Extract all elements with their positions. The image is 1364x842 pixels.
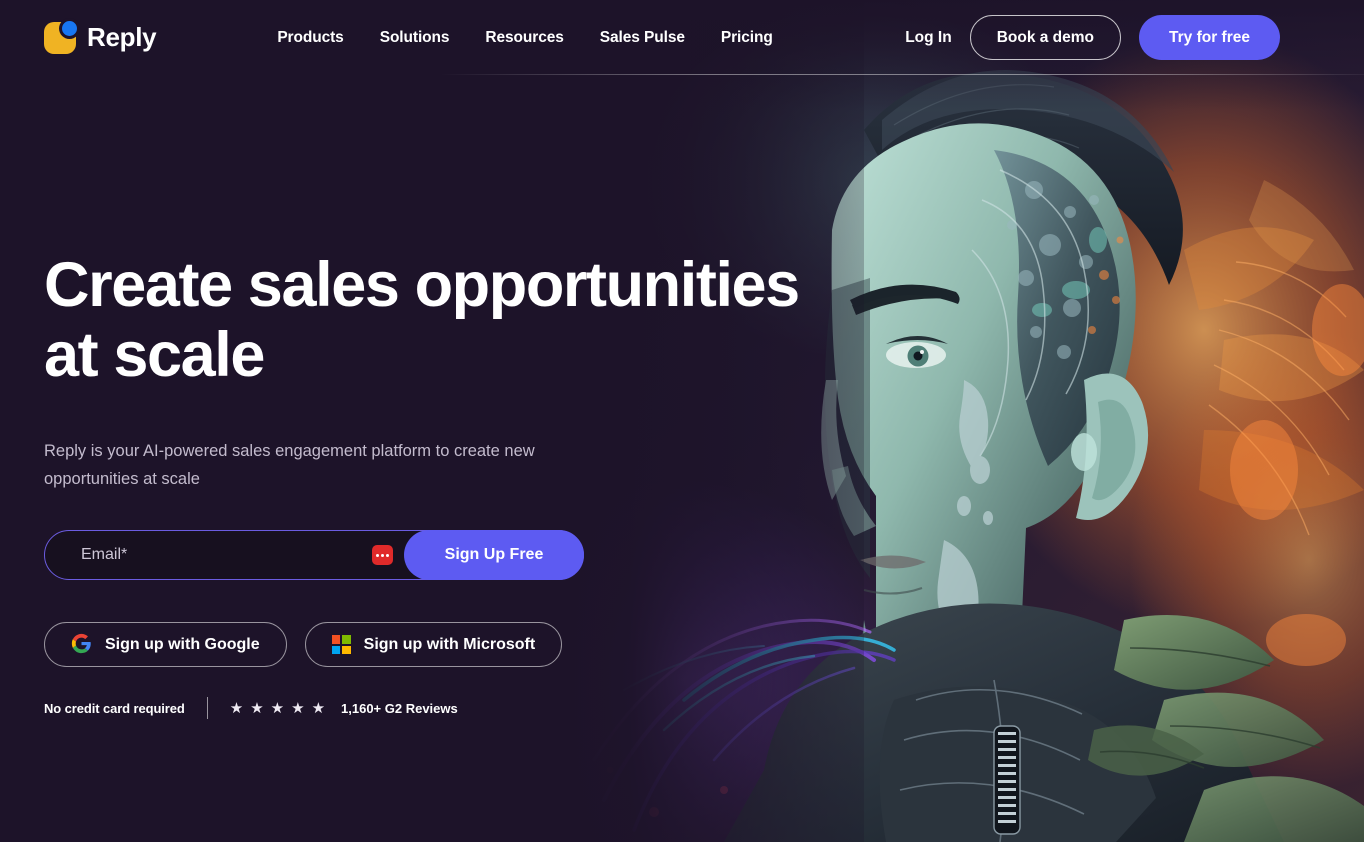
reply-logo-icon (44, 20, 77, 54)
book-demo-button[interactable]: Book a demo (969, 15, 1122, 60)
main-navigation: Reply Products Solutions Resources Sales… (0, 0, 1364, 75)
nav-links: Products Solutions Resources Sales Pulse… (277, 29, 773, 47)
trust-divider (206, 697, 208, 719)
nav-divider (440, 74, 1364, 75)
hero-title-line-1: Create sales opportunities (44, 250, 800, 320)
nav-item-products[interactable]: Products (277, 29, 343, 47)
reviews-count: 1,160+ G2 Reviews (341, 700, 458, 716)
hero-subtitle: Reply is your AI-powered sales engagemen… (44, 442, 535, 488)
password-manager-icon[interactable] (372, 545, 393, 565)
star-icon: ★ (291, 699, 305, 717)
signup-form: Sign Up Free (44, 530, 584, 580)
no-credit-card-text: No credit card required (44, 700, 185, 716)
google-icon (71, 633, 92, 657)
trust-row: No credit card required ★ ★ ★ ★ ★ 1,160+… (44, 697, 824, 719)
star-icon: ★ (250, 699, 264, 717)
nav-item-pricing[interactable]: Pricing (721, 29, 773, 47)
nav-item-resources[interactable]: Resources (485, 29, 563, 47)
star-rating: ★ ★ ★ ★ ★ (230, 701, 325, 716)
login-link[interactable]: Log In (905, 29, 952, 47)
google-button-label: Sign up with Google (105, 635, 260, 653)
nav-item-solutions[interactable]: Solutions (380, 29, 450, 47)
hero-section: Create sales opportunities at scale Repl… (44, 250, 824, 719)
landing-page: Reply Products Solutions Resources Sales… (0, 0, 1364, 842)
star-icon: ★ (270, 699, 285, 717)
sign-up-free-button[interactable]: Sign Up Free (404, 530, 584, 580)
star-icon: ★ (229, 699, 244, 717)
social-signup-row: Sign up with Google Sign up with Microso… (44, 622, 824, 667)
try-for-free-button[interactable]: Try for free (1139, 15, 1280, 60)
star-icon: ★ (311, 699, 326, 717)
brand-logo[interactable]: Reply (44, 20, 157, 54)
nav-item-sales-pulse[interactable]: Sales Pulse (600, 29, 685, 47)
brand-name: Reply (87, 22, 157, 52)
microsoft-icon (331, 635, 351, 654)
page-title: Create sales opportunities at scale (44, 250, 804, 390)
email-input[interactable] (45, 532, 365, 578)
hero-title-line-2: at scale (44, 320, 265, 390)
microsoft-button-label: Sign up with Microsoft (363, 635, 536, 653)
sign-up-with-google-button[interactable]: Sign up with Google (44, 622, 287, 667)
nav-actions: Log In Book a demo Try for free (905, 15, 1280, 60)
sign-up-with-microsoft-button[interactable]: Sign up with Microsoft (304, 622, 563, 667)
